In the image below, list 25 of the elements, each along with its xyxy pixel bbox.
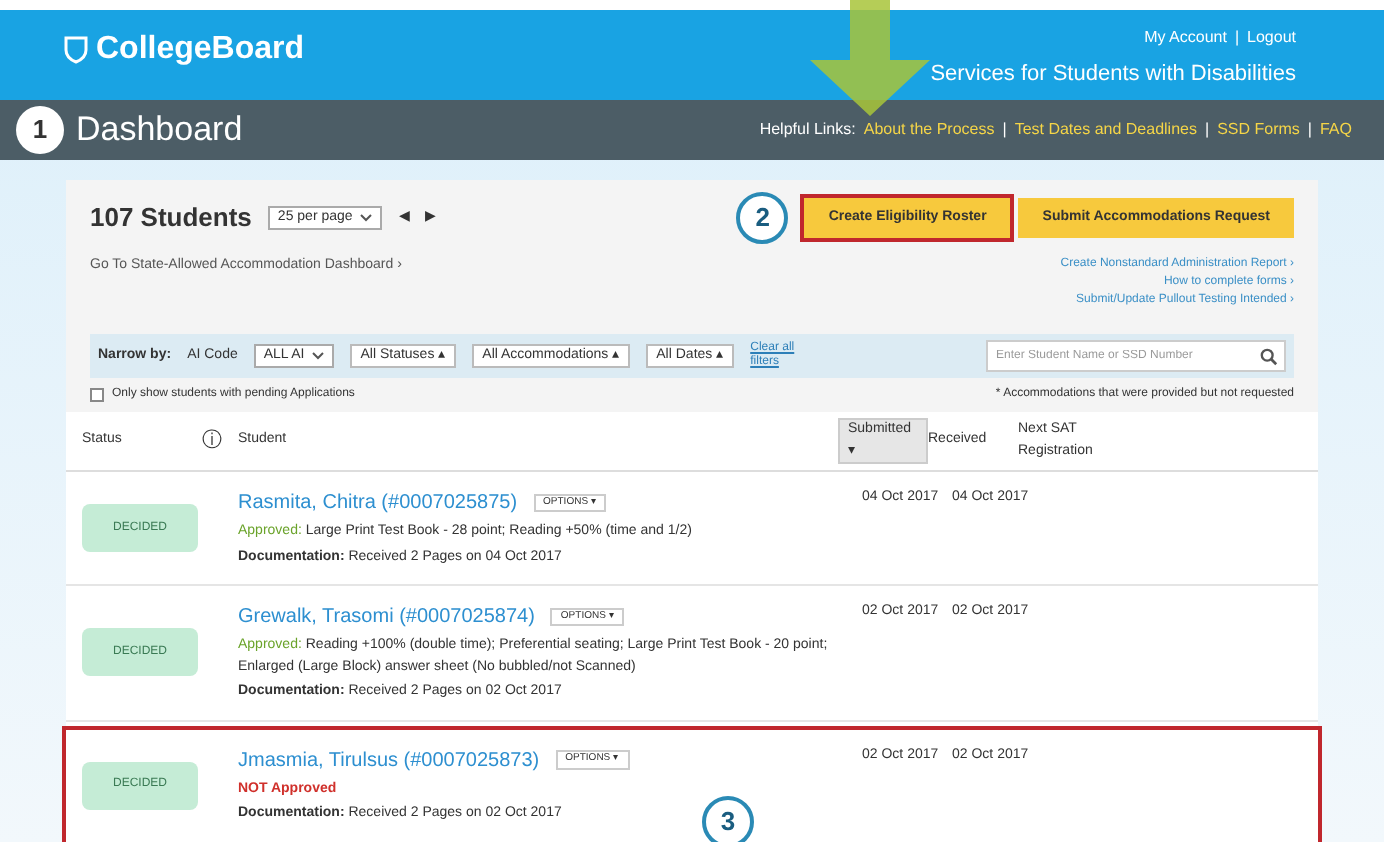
- student-count: 107 Students: [90, 200, 252, 237]
- helpful-link[interactable]: SSD Forms: [1217, 118, 1300, 142]
- site-title: Services for Students with Disabilities: [930, 60, 1296, 90]
- helpful-link[interactable]: FAQ: [1319, 118, 1352, 142]
- step-number-badge: 2: [736, 192, 789, 244]
- separator: |: [1234, 26, 1240, 50]
- logo-text: CollegeBoard: [96, 30, 305, 70]
- step-number-badge: 3: [702, 796, 754, 842]
- student-name-link[interactable]: Jmasmia, Tirulsus (#0007025873): [238, 745, 540, 775]
- links-label: Helpful Links:: [759, 118, 856, 142]
- helpful-link[interactable]: Test Dates and Deadlines: [1014, 118, 1197, 142]
- shield-logo-icon: [64, 36, 88, 64]
- column-header[interactable]: ⓘ: [202, 426, 238, 456]
- step-number-badge: 1: [16, 106, 64, 154]
- separator: |: [1204, 118, 1210, 142]
- chevron-down-icon: [312, 352, 325, 360]
- page-title: Dashboard: [76, 108, 243, 153]
- checkbox[interactable]: [90, 388, 104, 402]
- student-name-link[interactable]: Grewalk, Trasomi (#0007025874): [238, 602, 535, 632]
- separator: |: [1307, 118, 1312, 142]
- chevron-down-icon: [360, 214, 373, 222]
- separator: |: [1002, 118, 1007, 142]
- helpful-link[interactable]: About the Process: [863, 118, 995, 142]
- search-icon: [1260, 347, 1278, 365]
- student-name-link[interactable]: Rasmita, Chitra (#0007025875): [238, 488, 518, 518]
